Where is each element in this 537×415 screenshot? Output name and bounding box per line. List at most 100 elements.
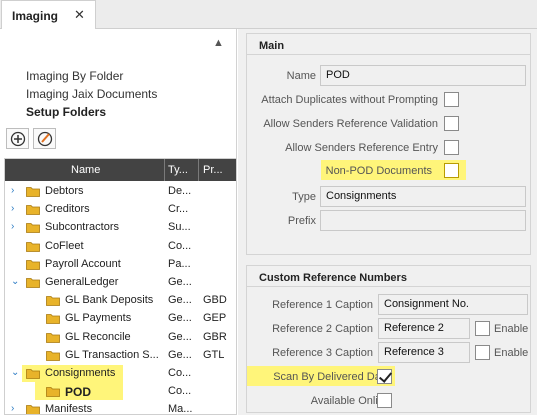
row-type: Ma... — [168, 403, 193, 415]
chevron-up-icon[interactable]: ▲ — [213, 37, 224, 49]
ref3-caption-label: Reference 3 Caption — [272, 347, 373, 359]
custom-reference-title: Custom Reference Numbers — [259, 272, 407, 284]
allow-ref-validation-checkbox[interactable] — [444, 116, 459, 131]
row-name: CoFleet — [45, 239, 84, 252]
row-name: GL Reconcile — [65, 330, 131, 343]
folder-icon — [26, 259, 40, 270]
row-type: Co... — [168, 385, 192, 398]
chevron-right-icon[interactable]: › — [11, 203, 14, 214]
left-panel-header: ▲ — [0, 29, 236, 59]
left-panel: ▲ Imaging By Folder Imaging Jaix Documen… — [0, 29, 237, 415]
allow-ref-validation-label: Allow Senders Reference Validation — [263, 118, 438, 130]
folder-icon — [46, 332, 60, 343]
row-type: Ge... — [168, 312, 192, 325]
chevron-right-icon[interactable]: › — [11, 221, 14, 232]
prefix-field[interactable] — [320, 210, 526, 231]
available-online-checkbox[interactable] — [377, 393, 392, 408]
ref2-caption-field[interactable]: Reference 2 — [378, 318, 470, 339]
column-divider — [198, 159, 199, 181]
edit-folder-button[interactable] — [33, 128, 56, 149]
custom-reference-group: Custom Reference Numbers Reference 1 Cap… — [246, 265, 531, 413]
allow-ref-entry-label: Allow Senders Reference Entry — [285, 142, 438, 154]
nav-imaging-by-folder[interactable]: Imaging By Folder — [26, 69, 123, 83]
table-row[interactable]: GL Bank Deposits Ge... GBD — [5, 292, 236, 311]
table-row[interactable]: GL Payments Ge... GEP — [5, 310, 236, 329]
name-label: Name — [286, 70, 316, 82]
ref3-caption-field[interactable]: Reference 3 — [378, 342, 470, 363]
row-type: Ge... — [168, 276, 192, 288]
row-name: Subcontractors — [45, 221, 119, 234]
ref1-caption-field[interactable]: Consignment No. — [378, 294, 528, 315]
ref3-enable-label: Enable — [494, 347, 529, 359]
folder-icon — [26, 405, 40, 414]
attach-duplicates-label: Attach Duplicates without Prompting — [261, 94, 438, 106]
type-field[interactable]: Consignments — [320, 186, 526, 207]
row-prefix: GBR — [203, 330, 227, 343]
scan-by-delivered-checkbox[interactable] — [377, 369, 392, 384]
row-type: Ge... — [168, 348, 192, 361]
table-row[interactable]: GL Transaction S... Ge... GTL — [5, 346, 236, 365]
table-row[interactable]: ⌄ Consignments Co... — [5, 365, 236, 383]
folder-icon — [26, 241, 40, 252]
chevron-down-icon[interactable]: ⌄ — [11, 276, 19, 287]
ref3-enable-checkbox[interactable] — [475, 345, 490, 360]
group-divider — [247, 54, 530, 55]
folder-icon — [26, 278, 40, 288]
chevron-right-icon[interactable]: › — [11, 185, 14, 196]
row-name: Consignments — [45, 367, 116, 379]
ref2-enable-checkbox[interactable] — [475, 321, 490, 336]
allow-ref-entry-checkbox[interactable] — [444, 140, 459, 155]
table-row[interactable]: GL Reconcile Ge... GBR — [5, 328, 236, 347]
add-icon — [10, 131, 26, 147]
row-type: De... — [168, 185, 192, 197]
chevron-right-icon[interactable]: › — [11, 403, 14, 414]
non-pod-label: Non-POD Documents — [325, 165, 432, 177]
folder-icon — [46, 387, 60, 398]
nav-setup-folders[interactable]: Setup Folders — [26, 105, 106, 119]
type-label: Type — [292, 191, 316, 203]
folders-grid: Name Ty... Pr... › Debtors De... › Creditors… — [4, 158, 237, 415]
add-folder-button[interactable] — [6, 128, 29, 149]
table-row[interactable]: ⌄ GeneralLedger Ge... — [5, 274, 236, 292]
tab-strip: Imaging ✕ — [0, 0, 537, 30]
right-panel: Main Name POD Attach Duplicates without … — [238, 29, 537, 415]
attach-duplicates-checkbox[interactable] — [444, 92, 459, 107]
row-name: Payroll Account — [45, 257, 121, 270]
table-row[interactable]: CoFleet Co... — [5, 237, 236, 256]
table-row[interactable]: POD Co... — [5, 383, 236, 401]
main-group-title: Main — [259, 40, 285, 52]
table-row[interactable]: › Creditors Cr... — [5, 201, 236, 220]
row-type: Su... — [168, 221, 191, 234]
folder-icon — [26, 205, 40, 216]
name-field[interactable]: POD — [320, 65, 526, 86]
table-row[interactable]: › Subcontractors Su... — [5, 219, 236, 238]
table-row[interactable]: Payroll Account Pa... — [5, 255, 236, 274]
grid-header: Name Ty... Pr... — [5, 159, 236, 181]
nav-imaging-jaix-documents[interactable]: Imaging Jaix Documents — [26, 87, 157, 101]
folder-icon — [46, 314, 60, 325]
tab-imaging[interactable]: Imaging ✕ — [1, 0, 96, 30]
folder-toolbar — [0, 125, 236, 155]
prefix-label: Prefix — [287, 215, 316, 227]
scan-by-delivered-label: Scan By Delivered Date — [273, 371, 390, 383]
column-header-name[interactable]: Name — [71, 164, 100, 176]
row-name: POD — [65, 385, 92, 400]
column-header-type[interactable]: Ty... — [168, 164, 188, 176]
table-row[interactable]: › Manifests Ma... — [5, 401, 236, 415]
close-icon[interactable]: ✕ — [74, 7, 85, 23]
chevron-down-icon[interactable]: ⌄ — [11, 367, 19, 378]
main-group: Main Name POD Attach Duplicates without … — [246, 33, 531, 255]
folder-icon — [46, 350, 60, 361]
row-type: Pa... — [168, 257, 191, 270]
folder-icon — [46, 296, 60, 307]
ref2-enable-label: Enable — [494, 323, 529, 335]
table-row[interactable]: › Debtors De... — [5, 183, 236, 201]
folder-icon — [26, 223, 40, 234]
row-name: GL Transaction S... — [65, 348, 159, 361]
non-pod-checkbox[interactable] — [444, 163, 459, 178]
row-prefix: GTL — [203, 348, 225, 361]
column-header-prefix[interactable]: Pr... — [203, 164, 223, 176]
row-name: GL Bank Deposits — [65, 294, 154, 307]
row-type: Co... — [168, 239, 192, 252]
ref2-caption-label: Reference 2 Caption — [272, 323, 373, 335]
